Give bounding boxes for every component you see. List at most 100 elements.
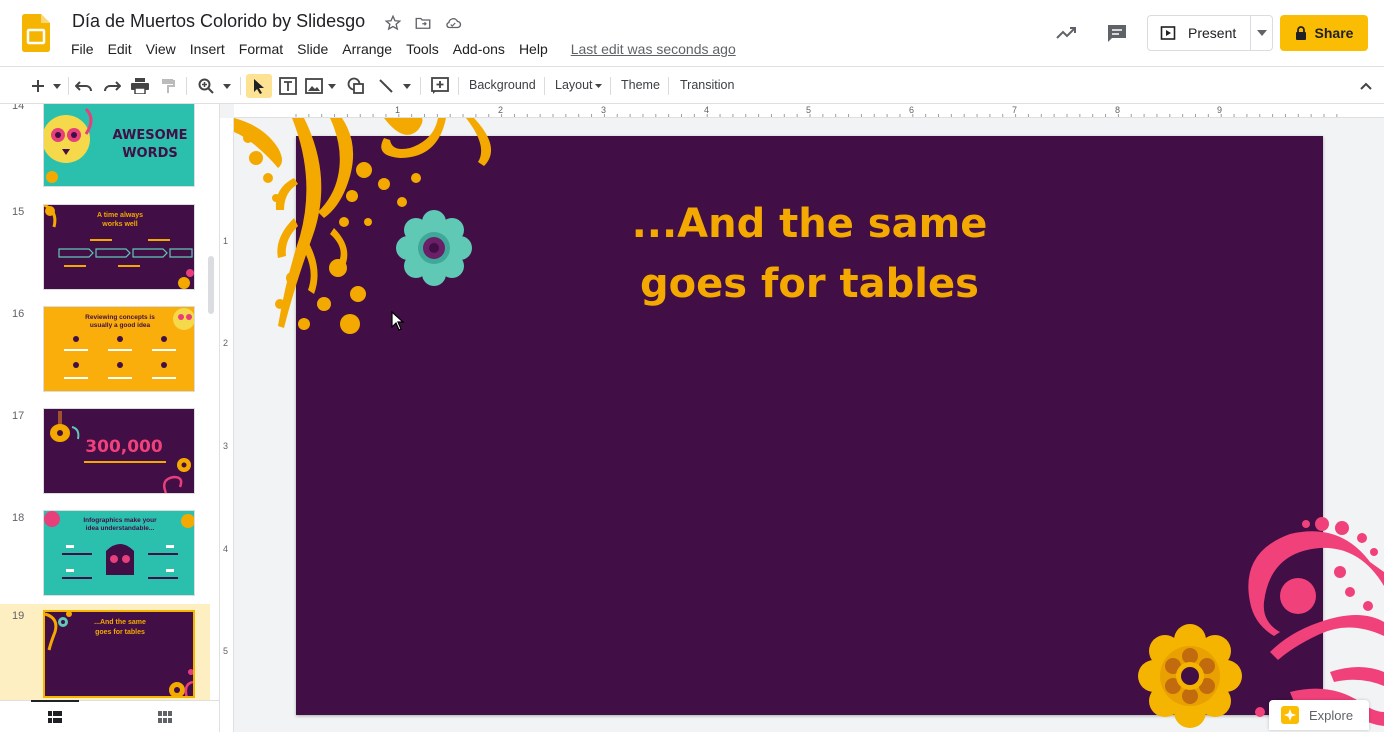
filmstrip-slide-19[interactable]: 19 ...And the same goes for tables <box>0 604 210 702</box>
slide-thumbnail[interactable]: AWESOME WORDS <box>43 104 195 187</box>
slide-number: 19 <box>12 610 25 622</box>
present-button[interactable]: Present <box>1148 16 1250 50</box>
print-button[interactable] <box>128 74 152 98</box>
menu-edit[interactable]: Edit <box>101 39 139 59</box>
star-icon[interactable] <box>383 13 403 33</box>
image-icon <box>305 78 323 94</box>
ruler-label: 4 <box>704 105 710 115</box>
paint-format-button[interactable] <box>156 74 180 98</box>
slide-thumbnail[interactable]: Reviewing concepts is usually a good ide… <box>43 306 195 392</box>
menu-arrange[interactable]: Arrange <box>335 39 399 59</box>
filmstrip-slide-18[interactable]: 18 Infographics make your idea understan… <box>0 506 210 608</box>
insert-image-dropdown[interactable] <box>326 74 338 98</box>
transition-button[interactable]: Transition <box>680 78 734 92</box>
marigold-flower-decoration-icon[interactable] <box>1134 620 1246 732</box>
filmstrip-slide-14[interactable]: 14 AWESOME WORDS <box>0 104 210 192</box>
caret-down-icon <box>53 83 61 89</box>
mouse-cursor-icon <box>391 311 405 331</box>
select-tool-button[interactable] <box>248 74 270 98</box>
menu-slide[interactable]: Slide <box>290 39 335 59</box>
ruler-label: 6 <box>909 105 915 115</box>
undo-button[interactable] <box>72 74 96 98</box>
slide-thumbnail[interactable]: Infographics make your idea understandab… <box>43 510 195 596</box>
explore-label: Explore <box>1309 707 1354 723</box>
add-comment-button[interactable] <box>428 74 452 98</box>
new-slide-button[interactable] <box>28 74 48 98</box>
menu-view[interactable]: View <box>139 39 183 59</box>
infographic-decoration-icon <box>44 511 194 579</box>
undo-icon <box>75 81 92 92</box>
menu-file[interactable]: File <box>64 39 101 59</box>
teal-flower-decoration-icon[interactable] <box>394 208 474 288</box>
collapse-toolbar-button[interactable] <box>1356 74 1376 98</box>
slide-thumbnail-text: AWESOME WORDS <box>112 128 188 161</box>
menu-help[interactable]: Help <box>512 39 555 59</box>
toolbar: Background Layout Theme Transition <box>0 66 1384 104</box>
ruler-label: 2 <box>498 105 504 115</box>
shape-button[interactable] <box>344 74 368 98</box>
text-box-icon <box>279 77 297 95</box>
timeline-decoration-icon <box>44 205 194 289</box>
slide-number: 14 <box>12 104 25 112</box>
insert-image-button[interactable] <box>302 74 326 98</box>
ruler-label: 3 <box>223 441 229 451</box>
line-dropdown[interactable] <box>400 74 414 98</box>
menu-add-ons[interactable]: Add-ons <box>446 39 512 59</box>
zoom-button[interactable] <box>194 74 218 98</box>
ruler-label: 1 <box>395 105 401 115</box>
vertical-ruler[interactable]: 1 2 3 4 5 <box>220 118 234 732</box>
grid-view-icon <box>158 711 172 723</box>
pink-swirl-decoration-icon[interactable] <box>1230 512 1384 732</box>
slide-thumbnail-text: ...And the same goes for tables <box>94 619 146 636</box>
filmstrip-view-tab[interactable] <box>0 700 110 732</box>
filmstrip-slide-17[interactable]: 17 300,000 <box>0 404 210 506</box>
zoom-dropdown[interactable] <box>220 74 234 98</box>
present-dropdown[interactable] <box>1250 16 1272 50</box>
chevron-up-icon <box>1360 82 1372 90</box>
move-to-folder-icon[interactable] <box>413 13 433 33</box>
layout-dropdown[interactable] <box>593 74 603 98</box>
new-slide-dropdown[interactable] <box>50 74 64 98</box>
zoom-icon <box>198 78 214 94</box>
filmstrip-slide-15[interactable]: 15 A time always works well <box>0 200 210 302</box>
theme-button[interactable]: Theme <box>621 78 660 92</box>
text-box-button[interactable] <box>276 74 300 98</box>
filmstrip-scrollbar[interactable] <box>208 256 214 314</box>
cloud-saved-icon[interactable] <box>443 13 463 33</box>
line-button[interactable] <box>374 74 398 98</box>
grid-view-tab[interactable] <box>110 701 219 732</box>
last-edit-link[interactable]: Last edit was seconds ago <box>567 39 740 59</box>
caret-down-icon <box>594 84 602 88</box>
ruler-label: 3 <box>601 105 607 115</box>
menu-insert[interactable]: Insert <box>183 39 232 59</box>
ruler-label: 2 <box>223 338 229 348</box>
shape-icon <box>347 77 364 94</box>
caret-down-icon <box>403 83 411 89</box>
slide-thumbnail[interactable]: 300,000 <box>43 408 195 494</box>
layout-button[interactable]: Layout <box>555 78 593 92</box>
plus-icon <box>32 80 44 92</box>
slide-thumbnail[interactable]: A time always works well <box>43 204 195 290</box>
slide-thumbnail[interactable]: ...And the same goes for tables <box>43 610 195 698</box>
lock-icon <box>1295 26 1306 40</box>
skull-decoration-icon <box>44 107 93 183</box>
horizontal-ruler[interactable]: 1 2 3 4 5 6 7 8 9 <box>234 104 1384 118</box>
concepts-decoration-icon <box>64 308 194 379</box>
slide-number: 18 <box>12 512 25 524</box>
activity-dashboard-icon[interactable] <box>1053 20 1079 46</box>
slides-logo-icon[interactable] <box>22 14 50 52</box>
share-button[interactable]: Share <box>1280 15 1368 51</box>
print-icon <box>131 78 149 94</box>
paint-format-icon <box>162 79 175 93</box>
document-title[interactable]: Día de Muertos Colorido by Slidesgo <box>72 11 365 32</box>
explore-button[interactable]: Explore <box>1269 700 1369 730</box>
marigold-swirl-decoration-icon <box>45 612 72 651</box>
menu-format[interactable]: Format <box>232 39 290 59</box>
redo-button[interactable] <box>100 74 124 98</box>
menu-tools[interactable]: Tools <box>399 39 446 59</box>
slide-title[interactable]: ...And the same goes for tables <box>556 194 1063 314</box>
background-button[interactable]: Background <box>469 78 536 92</box>
filmstrip-slide-16[interactable]: 16 Reviewing concepts is usually a good … <box>0 302 210 404</box>
app-header: Día de Muertos Colorido by Slidesgo File… <box>0 0 1384 66</box>
comments-icon[interactable] <box>1104 20 1130 46</box>
